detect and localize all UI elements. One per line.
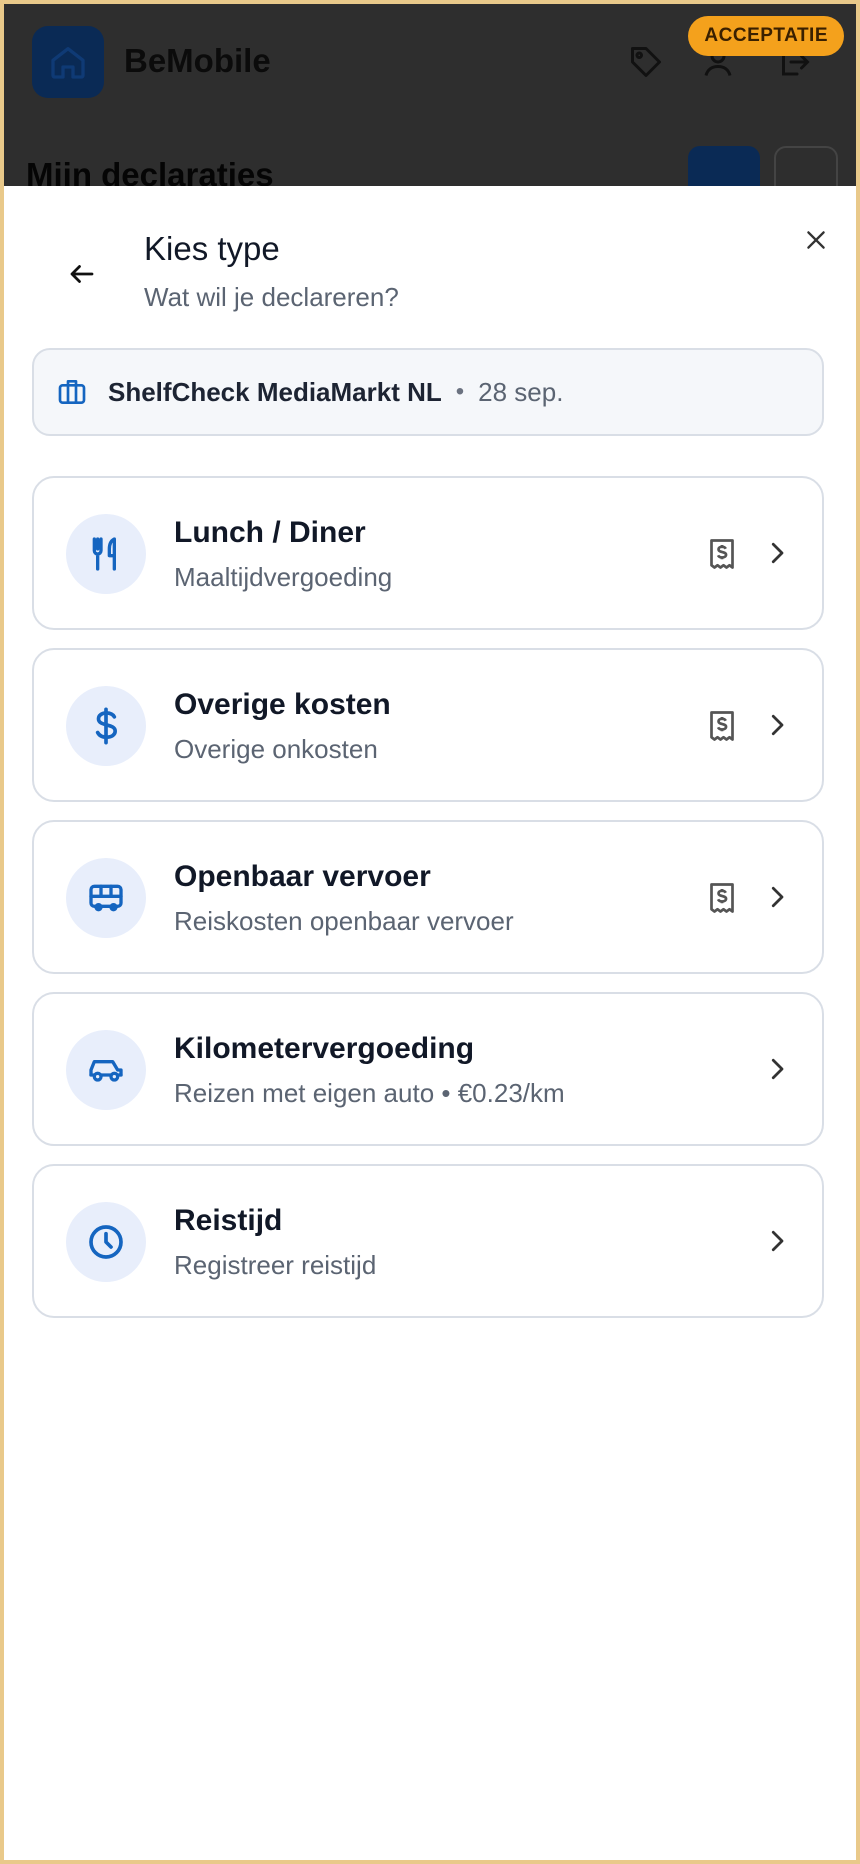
briefcase-icon xyxy=(58,380,86,404)
type-icon-badge xyxy=(66,858,146,938)
type-option-lunch-diner[interactable]: Lunch / Diner Maaltijdvergoeding xyxy=(32,476,824,630)
type-label: Kilometervergoeding xyxy=(174,1032,475,1065)
type-picker-sheet: Kies type Wat wil je declareren? ShelfCh… xyxy=(4,186,856,1860)
receipt-icon xyxy=(710,883,734,913)
project-context: ShelfCheck MediaMarkt NL • 28 sep. xyxy=(32,348,824,436)
sheet-title: Kies type xyxy=(144,230,280,267)
type-option-overige-kosten[interactable]: Overige kosten Overige onkosten xyxy=(32,648,824,802)
type-option-kilometervergoeding[interactable]: Kilometervergoeding Reizen met eigen aut… xyxy=(32,992,824,1146)
context-separator: • xyxy=(455,378,465,405)
home-logo-icon[interactable] xyxy=(32,26,104,98)
app-frame: BeMobile ACCEPTATIE Mijn declaraties Kie… xyxy=(4,4,856,1860)
type-description: Overige onkosten xyxy=(174,734,378,764)
arrow-left-icon xyxy=(70,265,94,283)
chevron-right-icon xyxy=(771,886,784,908)
type-label: Reistijd xyxy=(174,1204,283,1237)
type-description: Maaltijdvergoeding xyxy=(174,562,393,592)
utensils-icon xyxy=(92,537,117,571)
type-icon-badge xyxy=(66,1202,146,1282)
close-icon xyxy=(807,231,825,249)
app-name: BeMobile xyxy=(124,42,271,79)
type-description: Reizen met eigen auto • €0.23/km xyxy=(174,1078,565,1108)
car-icon xyxy=(89,1060,123,1082)
type-description: Reiskosten openbaar vervoer xyxy=(174,906,514,936)
close-button[interactable] xyxy=(794,218,838,262)
type-option-reistijd[interactable]: Reistijd Registreer reistijd xyxy=(32,1164,824,1318)
chevron-right-icon xyxy=(771,1058,784,1080)
chevron-right-icon xyxy=(771,714,784,736)
chevron-right-icon xyxy=(771,542,784,564)
receipt-icon xyxy=(710,539,734,569)
context-date: 28 sep. xyxy=(478,376,564,407)
bus-icon xyxy=(89,884,123,912)
dollar-icon xyxy=(95,707,117,745)
app-header: BeMobile ACCEPTATIE Mijn declaraties xyxy=(4,4,856,210)
back-button[interactable] xyxy=(60,252,104,296)
environment-badge: ACCEPTATIE xyxy=(688,16,844,56)
type-label: Openbaar vervoer xyxy=(174,860,431,893)
type-label: Overige kosten xyxy=(174,688,391,721)
type-icon-badge xyxy=(66,1030,146,1110)
clock-icon xyxy=(89,1225,123,1259)
type-label: Lunch / Diner xyxy=(174,516,366,549)
type-description: Registreer reistijd xyxy=(174,1250,377,1280)
tag-icon[interactable] xyxy=(628,44,664,80)
receipt-icon xyxy=(710,711,734,741)
type-icon-badge xyxy=(66,686,146,766)
type-option-openbaar-vervoer[interactable]: Openbaar vervoer Reiskosten openbaar ver… xyxy=(32,820,824,974)
type-icon-badge xyxy=(66,514,146,594)
sheet-subtitle: Wat wil je declareren? xyxy=(144,282,399,312)
context-project: ShelfCheck MediaMarkt NL xyxy=(108,376,442,407)
chevron-right-icon xyxy=(771,1230,784,1252)
